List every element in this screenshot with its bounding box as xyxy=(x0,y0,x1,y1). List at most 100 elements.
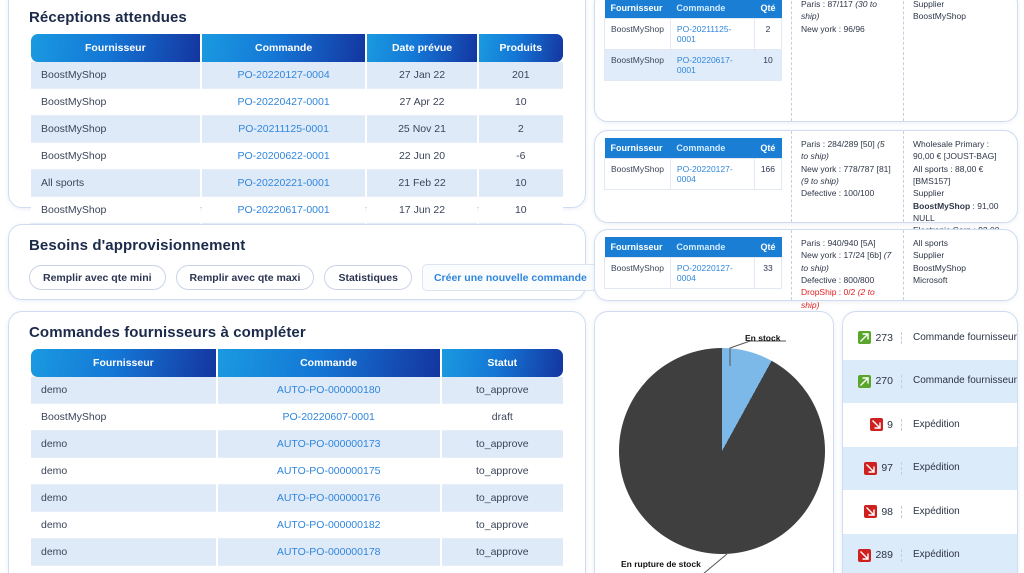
table-row[interactable]: demo AUTO-PO-000000175 to_approve xyxy=(31,458,563,485)
table-row[interactable]: BoostMyShop PO-20220617-0001 10 xyxy=(604,49,783,81)
column-header-commande[interactable]: Commande xyxy=(670,0,755,19)
fill-max-qty-button[interactable]: Remplir avec qte maxi xyxy=(175,265,315,290)
column-header-produits[interactable]: Produits xyxy=(478,34,563,62)
list-item[interactable]: 97 Expédition xyxy=(843,446,1017,490)
order-link-cell[interactable]: PO-20220607-0001 xyxy=(217,404,440,431)
order-link-cell[interactable]: PO-20211125-0001 xyxy=(201,116,366,143)
order-link[interactable]: AUTO-PO-000000173 xyxy=(277,438,381,450)
column-header-statut[interactable]: Statut xyxy=(441,349,563,377)
movement-quantity: 9 xyxy=(887,418,893,431)
column-header-commande[interactable]: Commande xyxy=(670,138,755,159)
mini-order-table-column: Fournisseur Commande Qté BoostMyShop PO-2022… xyxy=(595,131,791,222)
order-link-cell[interactable]: PO-20211125-0001 xyxy=(669,18,755,50)
column-header-date[interactable]: Date prévue xyxy=(367,34,477,62)
column-header-fournisseur[interactable]: Fournisseur xyxy=(604,138,671,159)
movement-quantity: 270 xyxy=(875,375,893,388)
table-cell: 25 Nov 21 xyxy=(367,116,477,143)
table-row[interactable]: All sports PO-20220221-0001 21 Feb 22 10 xyxy=(31,170,563,197)
order-link-cell[interactable]: AUTO-PO-000000173 xyxy=(217,431,440,458)
order-link-cell[interactable]: PO-20220127-0004 xyxy=(669,158,755,190)
order-link-cell[interactable]: PO-20200622-0001 xyxy=(201,143,366,170)
order-link[interactable]: PO-20220127-0004 xyxy=(237,69,329,81)
order-link-cell[interactable]: PO-20220427-0001 xyxy=(201,89,366,116)
table-cell: 10 xyxy=(478,197,563,224)
table-cell: to_approve xyxy=(441,485,563,512)
order-link[interactable]: AUTO-PO-000000182 xyxy=(277,519,381,531)
column-header-qte[interactable]: Qté xyxy=(754,0,782,19)
stock-movements-list: 273 Commande fournisseur 270 Commande fourn… xyxy=(843,316,1017,573)
order-link[interactable]: PO-20220427-0001 xyxy=(237,96,329,108)
order-link-cell[interactable]: AUTO-PO-000000176 xyxy=(217,485,440,512)
arrow-up-right-icon xyxy=(858,331,872,345)
order-link-cell[interactable]: PO-20220127-0004 xyxy=(669,257,755,289)
movement-qty-group: 9 xyxy=(843,418,901,432)
create-new-order-button[interactable]: Créer une nouvelle commande xyxy=(421,264,621,291)
order-link[interactable]: PO-20220607-0001 xyxy=(283,411,375,423)
list-item[interactable]: 270 Commande fournisseur xyxy=(843,359,1017,403)
order-link[interactable]: PO-20200622-0001 xyxy=(237,150,329,162)
order-link[interactable]: AUTO-PO-000000176 xyxy=(277,492,381,504)
order-link[interactable]: PO-20211125-0001 xyxy=(238,123,329,135)
table-cell: demo xyxy=(31,377,216,404)
order-link-cell[interactable]: PO-20220221-0001 xyxy=(201,170,366,197)
table-row[interactable]: demo AUTO-PO-000000180 to_approve xyxy=(31,377,563,404)
column-header-fournisseur[interactable]: Fournisseur xyxy=(31,34,200,62)
order-link[interactable]: AUTO-PO-000000180 xyxy=(277,384,381,396)
list-item[interactable]: 273 Commande fournisseur xyxy=(843,316,1017,360)
order-link[interactable]: PO-20220221-0001 xyxy=(237,177,329,189)
column-header-commande[interactable]: Commande xyxy=(201,34,366,62)
table-cell: to_confirm xyxy=(441,566,563,573)
table-row[interactable]: BoostMyShop PO-20220127-0004 27 Jan 22 201 xyxy=(31,62,563,89)
table-cell: demo xyxy=(31,539,216,566)
table-row[interactable]: BoostMyShop PO-20211125-0001 25 Nov 21 2 xyxy=(31,116,563,143)
movement-qty-group: 97 xyxy=(843,461,901,475)
table-row[interactable]: demo AUTO-PO-000000173 to_approve xyxy=(31,431,563,458)
table-cell: BoostMyShop xyxy=(31,404,216,431)
table-row[interactable]: demo AUTO-PO-000000176 to_approve xyxy=(31,485,563,512)
table-row[interactable]: demo AUTO-PO-000000178 to_approve xyxy=(31,539,563,566)
order-link[interactable]: PO-20220617-0001 xyxy=(237,204,329,216)
fill-min-qty-button[interactable]: Remplir avec qte mini xyxy=(29,265,166,290)
order-link-cell[interactable]: AUTO-PO-000000182 xyxy=(217,512,440,539)
order-link-cell[interactable]: AUTO-PO-000000175 xyxy=(217,458,440,485)
stock-pie-card: En stock En rupture de stock xyxy=(594,311,834,573)
statistics-button[interactable]: Statistiques xyxy=(324,265,412,290)
column-header-commande[interactable]: Commande xyxy=(670,237,755,258)
table-row[interactable]: BoostMyShop PO-20220127-0004 33 xyxy=(604,257,783,289)
column-header-qte[interactable]: Qté xyxy=(754,138,782,159)
table-cell: 166 xyxy=(753,158,783,190)
column-header-qte[interactable]: Qté xyxy=(754,237,782,258)
list-item[interactable]: 9 Expédition xyxy=(843,403,1017,447)
order-link-cell[interactable]: AUTO-PO-000000178 xyxy=(217,539,440,566)
list-item[interactable]: 98 Expédition xyxy=(843,490,1017,534)
column-header-fournisseur[interactable]: Fournisseur xyxy=(31,349,216,377)
column-header-commande[interactable]: Commande xyxy=(217,349,440,377)
order-link-cell[interactable]: PO-20220617-0001 xyxy=(201,197,366,224)
column-header-fournisseur[interactable]: Fournisseur xyxy=(604,237,671,258)
list-item[interactable]: 289 Expédition xyxy=(843,533,1017,573)
table-row[interactable]: demo AUTO-PO-000000182 to_approve xyxy=(31,512,563,539)
column-header-fournisseur[interactable]: Fournisseur xyxy=(604,0,671,19)
table-row[interactable]: BoostMyShop PO-20220427-0001 27 Apr 22 10 xyxy=(31,89,563,116)
order-link[interactable]: AUTO-PO-000000178 xyxy=(277,546,381,558)
receptions-table: Fournisseur Commande Date prévue Produit… xyxy=(29,34,565,224)
order-link-cell[interactable]: PO-20220503-0001 xyxy=(217,566,440,573)
order-link-cell[interactable]: AUTO-PO-000000180 xyxy=(217,377,440,404)
table-row[interactable]: BoostMyShop PO-20220617-0001 17 Jun 22 10 xyxy=(31,197,563,224)
table-cell: BoostMyShop xyxy=(604,257,671,289)
table-row[interactable]: BoostMyShop PO-20211125-0001 2 xyxy=(604,18,783,50)
order-detail-block-3: Fournisseur Commande Qté BoostMyShop PO-2022… xyxy=(594,229,1018,310)
table-cell: 10 xyxy=(478,89,563,116)
mini-order-table-column: Fournisseur Commande Qté BoostMyShop PO-2022… xyxy=(595,230,791,300)
table-cell: to_approve xyxy=(441,458,563,485)
supplier-price-line: BoostMyShop : 91,00 NULL xyxy=(913,200,999,223)
table-row[interactable]: BoostMyShop PO-20220607-0001 draft xyxy=(31,404,563,431)
order-link-cell[interactable]: PO-20220127-0004 xyxy=(201,62,366,89)
table-row[interactable]: BoostMyShop PO-20200622-0001 22 Jun 20 -6 xyxy=(31,143,563,170)
table-row[interactable]: BoostMyShop PO-20220127-0004 166 xyxy=(604,158,783,190)
table-row[interactable]: BoostMyShopPO-20220503-0001to_confirm xyxy=(31,566,563,573)
order-link-cell[interactable]: PO-20220617-0001 xyxy=(669,49,755,81)
warehouse-stock-line: New york : 96/96 xyxy=(801,23,865,34)
order-link[interactable]: AUTO-PO-000000175 xyxy=(277,465,381,477)
warehouse-stock-line: Paris : 87/117 (30 to ship) xyxy=(801,0,877,22)
